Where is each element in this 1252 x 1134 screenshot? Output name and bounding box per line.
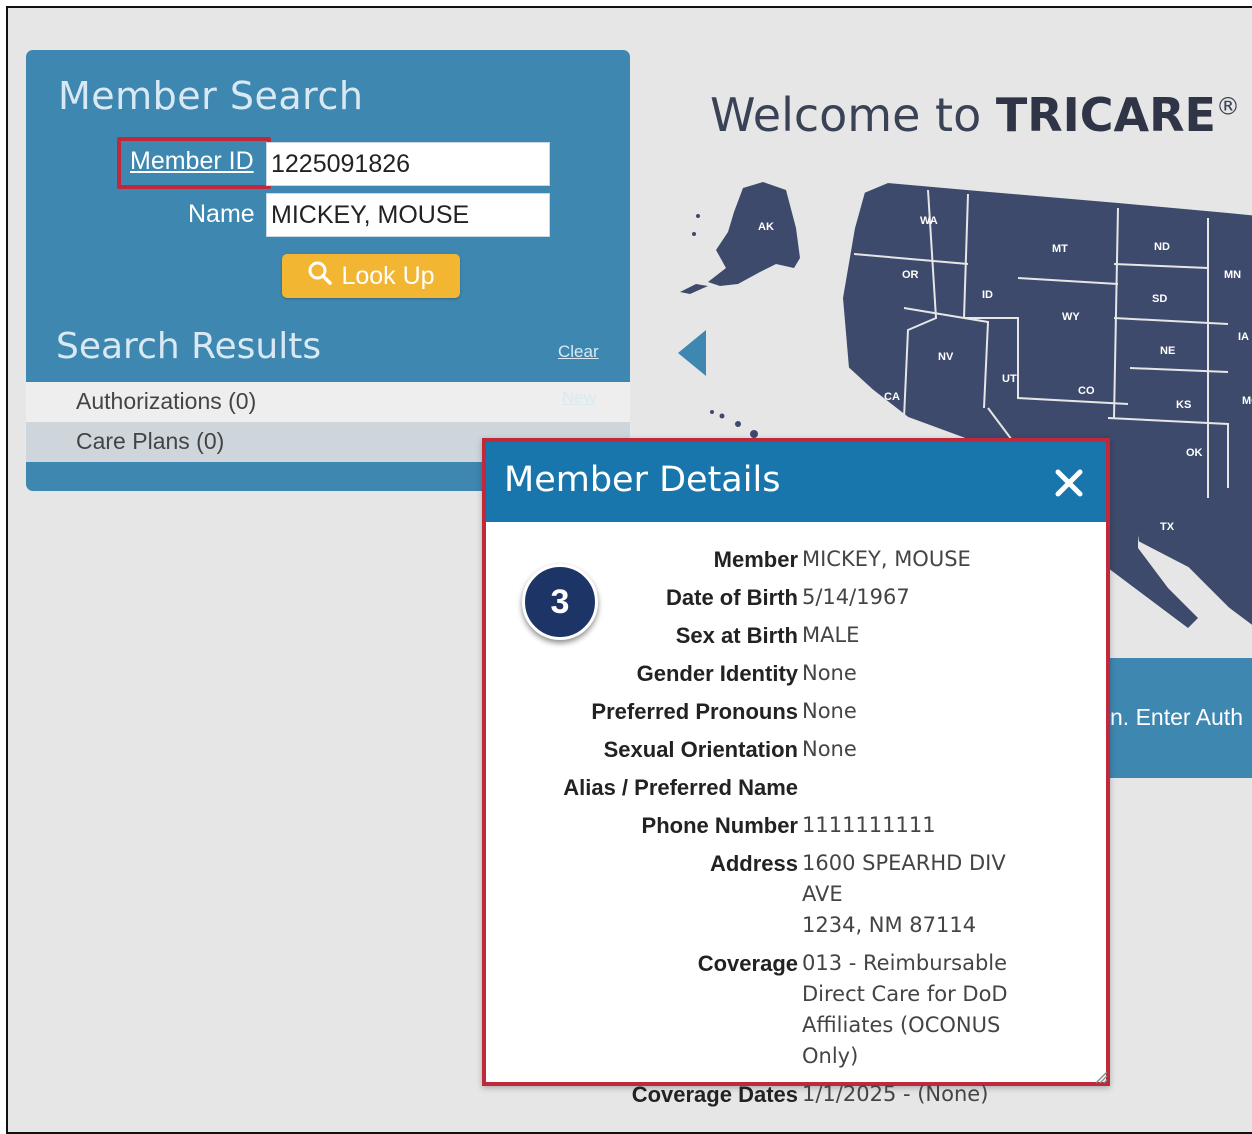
state-label: IA (1238, 331, 1249, 343)
hawaii-island (710, 410, 714, 414)
clear-link[interactable]: Clear (558, 342, 599, 362)
state-label: CA (884, 391, 900, 403)
close-icon[interactable] (1050, 464, 1088, 502)
state-label: SD (1152, 293, 1167, 305)
detail-label: Phone Number (641, 813, 798, 838)
member-id-label-link[interactable]: Member ID (130, 147, 254, 176)
member-id-input[interactable] (266, 142, 550, 186)
state-label: WY (1062, 311, 1080, 323)
look-up-label: Look Up (341, 261, 435, 290)
member-search-panel: Member Search Member ID Name Look Up Sea… (26, 50, 630, 491)
state-label: CO (1078, 385, 1095, 397)
state-label: ND (1154, 241, 1170, 253)
name-input[interactable] (266, 193, 550, 237)
state-label: TX (1160, 521, 1175, 533)
welcome-prefix: Welcome to (710, 88, 996, 142)
detail-label: Coverage (697, 951, 798, 976)
state-label: MT (1052, 243, 1068, 255)
detail-label: Gender Identity (636, 661, 798, 686)
state-label: KS (1176, 399, 1191, 411)
new-link[interactable]: New (562, 388, 596, 408)
detail-row-alias: Alias / Preferred Name (486, 772, 1106, 803)
search-icon (307, 260, 333, 293)
step-number-badge: 3 (522, 564, 598, 640)
detail-row-address: Address 1600 SPEARHD DIV AVE 1234, NM 87… (486, 848, 1106, 941)
state-label: OR (902, 269, 919, 281)
welcome-heading: Welcome to TRICARE® W (710, 88, 1252, 142)
detail-value: 1600 SPEARHD DIV AVE 1234, NM 87114 (802, 851, 1006, 937)
alaska-chain-shape (680, 284, 708, 294)
result-row-authorizations[interactable]: Authorizations (0) (26, 382, 630, 422)
modal-header: Member Details (486, 442, 1106, 522)
detail-value: 1/1/2025 - (None) (802, 1082, 989, 1106)
alaska-island (696, 214, 700, 218)
registered-mark: ® (1215, 92, 1240, 121)
result-label: Care Plans (0) (76, 428, 225, 454)
detail-value: MALE (802, 623, 860, 647)
hawaii-island (735, 421, 741, 427)
state-label: NE (1160, 345, 1175, 357)
detail-label: Member (713, 547, 798, 572)
state-label: OK (1186, 447, 1203, 459)
state-label: NV (938, 351, 954, 363)
modal-title: Member Details (504, 460, 781, 500)
look-up-button[interactable]: Look Up (282, 254, 460, 298)
state-label: UT (1002, 373, 1017, 385)
detail-row-coverage-dates: Coverage Dates 1/1/2025 - (None) (486, 1079, 1106, 1110)
detail-row-gender-identity: Gender Identity None (486, 658, 1106, 689)
detail-value: MICKEY, MOUSE (802, 547, 971, 571)
alaska-shape (708, 182, 800, 286)
banner-text: n. Enter Auth (1110, 704, 1243, 730)
detail-value: 1111111111 (802, 813, 936, 837)
alaska-island (692, 232, 696, 236)
member-search-title: Member Search (58, 74, 364, 118)
detail-label: Preferred Pronouns (591, 699, 798, 724)
detail-value: 5/14/1967 (802, 585, 910, 609)
info-banner: n. Enter Auth (1098, 658, 1252, 778)
state-label: MN (1224, 269, 1241, 281)
detail-label: Coverage Dates (631, 1082, 798, 1107)
detail-row-coverage: Coverage 013 - Reimbursable Direct Care … (486, 948, 1106, 1072)
hawaii-island (719, 413, 725, 419)
welcome-brand: TRICARE (995, 88, 1216, 142)
detail-value: None (802, 699, 857, 723)
state-label: ID (982, 289, 993, 301)
welcome-trail: W (1240, 88, 1252, 142)
detail-label: Address (709, 851, 798, 876)
result-label: Authorizations (0) (76, 388, 257, 414)
detail-row-sexual-orientation: Sexual Orientation None (486, 734, 1106, 765)
hawaii-island (750, 430, 758, 438)
search-results-title: Search Results (56, 326, 322, 367)
detail-row-phone-number: Phone Number 1111111111 (486, 810, 1106, 841)
state-label: WA (920, 215, 938, 227)
detail-value: None (802, 737, 857, 761)
detail-label: Sexual Orientation (603, 737, 798, 762)
detail-value: None (802, 661, 857, 685)
app-window: Member Search Member ID Name Look Up Sea… (6, 6, 1252, 1134)
detail-value: 013 - Reimbursable Direct Care for DoD A… (802, 951, 1008, 1068)
name-label: Name (188, 200, 255, 228)
member-details-modal: Member Details Member MICKEY, MOUSE Date… (482, 438, 1110, 1107)
state-label: AK (758, 221, 774, 233)
state-label: MO (1242, 395, 1252, 407)
detail-label: Alias / Preferred Name (563, 775, 798, 800)
resize-grip-icon[interactable] (1094, 1070, 1108, 1084)
detail-row-preferred-pronouns: Preferred Pronouns None (486, 696, 1106, 727)
